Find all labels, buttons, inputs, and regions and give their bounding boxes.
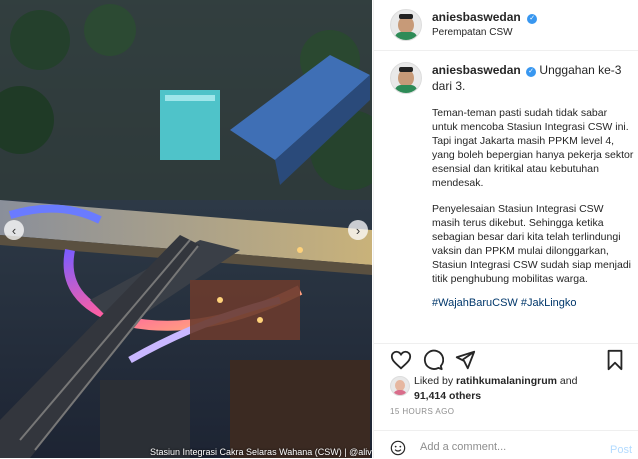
liker-username[interactable]: ratihkumalaningrum: [456, 375, 557, 387]
share-icon[interactable]: [454, 349, 476, 371]
post-comment-button[interactable]: Post: [610, 444, 632, 456]
author-avatar[interactable]: [390, 9, 422, 41]
author-username[interactable]: aniesbaswedan: [432, 10, 521, 24]
caption-author-avatar[interactable]: [390, 62, 422, 94]
post-photo[interactable]: ‹ › Stasiun Integrasi Cakra Selaras Waha…: [0, 0, 372, 458]
caption-hashtags[interactable]: #WajahBaruCSW #JakLingko: [432, 296, 634, 310]
caption-author-username[interactable]: aniesbaswedan: [432, 63, 521, 77]
caption-paragraph-1: Teman-teman pasti sudah tidak sabar untu…: [432, 107, 634, 189]
heart-icon[interactable]: [390, 349, 412, 371]
header-text: aniesbaswedan ✓ Perempatan CSW: [432, 9, 538, 41]
chevron-left-icon: ‹: [11, 222, 17, 238]
station-aerial-photo: [0, 0, 372, 458]
likes-summary: Liked by ratihkumalaningrum and 91,414 o…: [390, 374, 630, 404]
photo-caption: Stasiun Integrasi Cakra Selaras Wahana (…: [150, 447, 372, 457]
action-bar: [374, 343, 638, 374]
post-sidebar: aniesbaswedan ✓ Perempatan CSW aniesbasw…: [373, 0, 638, 458]
post-header: aniesbaswedan ✓ Perempatan CSW: [374, 0, 638, 51]
likes-mid: and: [556, 375, 578, 387]
liker-avatar[interactable]: [390, 376, 410, 396]
caption-comment: aniesbaswedan ✓ Unggahan ke-3 dari 3. Te…: [390, 62, 634, 310]
add-comment-input[interactable]: [420, 441, 590, 453]
bookmark-icon[interactable]: [604, 349, 626, 371]
chevron-right-icon: ›: [355, 222, 361, 238]
next-slide-button[interactable]: ›: [348, 220, 368, 240]
previous-slide-button[interactable]: ‹: [4, 220, 24, 240]
add-comment-bar: Post: [374, 430, 638, 459]
caption-verified-badge-icon: ✓: [526, 67, 537, 77]
likes-prefix: Liked by: [414, 375, 457, 387]
likes-count[interactable]: 91,414 others: [414, 390, 481, 402]
emoji-icon[interactable]: [390, 440, 406, 456]
post-location[interactable]: Perempatan CSW: [432, 25, 537, 41]
post-timestamp[interactable]: 15 HOURS AGO: [390, 407, 454, 416]
verified-badge-icon: ✓: [527, 14, 538, 24]
caption-paragraph-2: Penyelesaian Stasiun Integrasi CSW masih…: [432, 203, 632, 285]
comment-icon[interactable]: [422, 349, 444, 371]
caption-body: aniesbaswedan ✓ Unggahan ke-3 dari 3. Te…: [432, 62, 634, 310]
